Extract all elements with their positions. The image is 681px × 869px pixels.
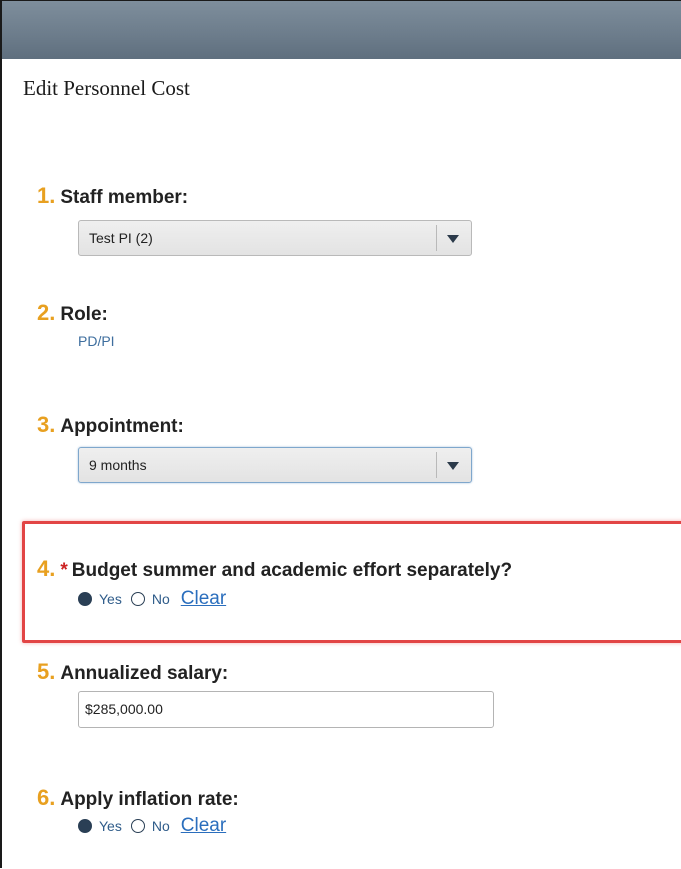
select-value: 9 months (89, 457, 147, 473)
annualized-salary-input[interactable]: $285,000.00 (78, 691, 494, 728)
question-number: 4. (37, 556, 56, 581)
question-5-label: 5. Annualized salary: (37, 659, 228, 685)
chevron-down-icon[interactable] (447, 235, 459, 243)
question-text: Appointment: (60, 416, 184, 437)
select-divider (436, 452, 437, 478)
header-bar (2, 1, 681, 59)
radio-option-no[interactable]: No (152, 818, 170, 834)
question-text: Role: (60, 304, 108, 325)
appointment-select[interactable]: 9 months (78, 447, 472, 483)
radio-empty-icon[interactable] (130, 592, 145, 606)
question-text: Staff member: (60, 187, 189, 208)
radio-filled-icon[interactable] (78, 819, 92, 833)
radio-option-no[interactable]: No (152, 591, 170, 607)
question-text: Apply inflation rate: (60, 789, 239, 810)
question-1-label: 1. Staff member: (37, 183, 188, 209)
staff-member-select[interactable]: Test PI (2) (78, 220, 472, 256)
highlight-box (22, 521, 681, 643)
select-divider (436, 225, 437, 251)
question-6-label: 6. Apply inflation rate: (37, 785, 239, 811)
question-2-label: 2. Role: (37, 300, 108, 326)
radio-option-yes[interactable]: Yes (99, 818, 122, 834)
clear-link[interactable]: Clear (181, 588, 226, 610)
question-number: 3. (37, 412, 56, 437)
radio-empty-icon[interactable] (130, 819, 145, 833)
question-3-label: 3. Appointment: (37, 412, 184, 438)
page-title: Edit Personnel Cost (23, 76, 190, 100)
select-value: Test PI (2) (89, 230, 153, 246)
clear-link[interactable]: Clear (181, 815, 226, 837)
radio-filled-icon[interactable] (78, 592, 92, 606)
question-4-label: 4. * Budget summer and academic effort sep… (37, 556, 512, 582)
question-number: 5. (37, 659, 56, 684)
role-value: PD/PI (78, 333, 115, 349)
question-number: 6. (37, 785, 56, 810)
question-number: 2. (37, 300, 56, 325)
inflation-rate-radio-group: Yes No Clear (78, 815, 226, 837)
chevron-down-icon[interactable] (447, 462, 459, 470)
required-marker: * (60, 560, 68, 581)
question-text: Budget summer and academic effort separa… (71, 560, 513, 581)
budget-separately-radio-group: Yes No Clear (78, 588, 226, 610)
radio-option-yes[interactable]: Yes (99, 591, 122, 607)
question-number: 1. (37, 183, 56, 208)
question-text: Annualized salary: (60, 663, 229, 684)
